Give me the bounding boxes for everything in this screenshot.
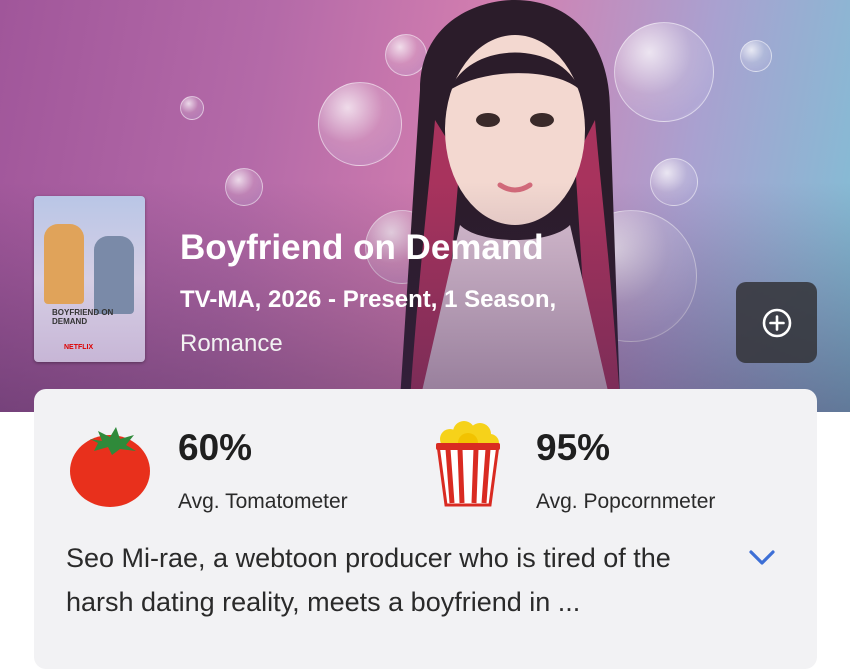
bubble-decoration bbox=[180, 96, 204, 120]
show-title: Boyfriend on Demand bbox=[180, 228, 544, 267]
synopsis-text[interactable]: Seo Mi-rae, a webtoon producer who is ti… bbox=[66, 536, 726, 624]
tomato-icon bbox=[70, 427, 150, 507]
show-genre: Romance bbox=[180, 330, 283, 357]
bubble-decoration bbox=[740, 40, 772, 72]
popcorn-icon bbox=[436, 421, 500, 507]
tomatometer-label: Avg. Tomatometer bbox=[178, 490, 348, 513]
chevron-down-icon[interactable] bbox=[748, 549, 776, 567]
tomatometer-value: 60% bbox=[178, 427, 253, 468]
poster-figure bbox=[94, 236, 134, 314]
poster-brand: NETFLIX bbox=[64, 344, 94, 351]
popcornmeter-value: 95% bbox=[536, 427, 611, 468]
score-card: 60% Avg. Tomatometer 95% Avg. Popcornmet… bbox=[34, 389, 817, 669]
hero-banner: BOYFRIEND ON DEMAND NETFLIX Boyfriend on… bbox=[0, 0, 850, 412]
popcornmeter-label: Avg. Popcornmeter bbox=[536, 490, 716, 513]
show-poster[interactable]: BOYFRIEND ON DEMAND NETFLIX bbox=[34, 196, 145, 362]
add-to-watchlist-button[interactable] bbox=[736, 282, 817, 363]
poster-title: BOYFRIEND ON DEMAND bbox=[52, 308, 114, 326]
show-meta: TV-MA, 2026 - Present, 1 Season, bbox=[180, 286, 557, 313]
poster-figure bbox=[44, 224, 84, 304]
plus-circle-icon bbox=[762, 308, 791, 337]
